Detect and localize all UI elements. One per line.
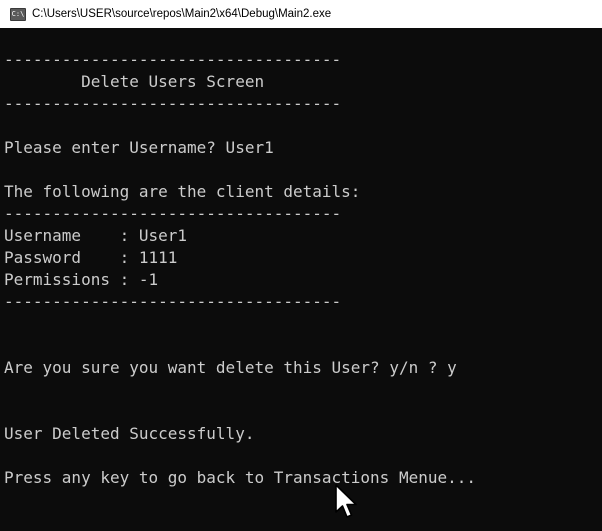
delete-success-message: User Deleted Successfully. <box>4 424 255 443</box>
press-any-key-message: Press any key to go back to Transactions… <box>4 468 477 487</box>
console-output[interactable]: ----------------------------------- Dele… <box>4 29 600 529</box>
username-detail: Username : User1 <box>4 226 188 245</box>
window-title: C:\Users\USER\source\repos\Main2\x64\Deb… <box>32 8 332 20</box>
separator-line: ----------------------------------- <box>4 50 342 69</box>
separator-line: ----------------------------------- <box>4 292 342 311</box>
separator-line: ----------------------------------- <box>4 94 342 113</box>
console-app-icon[interactable]: C:\ <box>10 7 26 21</box>
separator-line: ----------------------------------- <box>4 204 342 223</box>
console-window: C:\ C:\Users\USER\source\repos\Main2\x64… <box>0 0 602 531</box>
mouse-pointer-icon <box>335 484 357 518</box>
details-heading: The following are the client details: <box>4 182 361 201</box>
password-detail: Password : 1111 <box>4 248 178 267</box>
delete-confirm-prompt: Are you sure you want delete this User? … <box>4 358 457 377</box>
title-bar[interactable]: C:\ C:\Users\USER\source\repos\Main2\x64… <box>0 0 602 28</box>
username-prompt: Please enter Username? User1 <box>4 138 274 157</box>
permissions-detail: Permissions : -1 <box>4 270 159 289</box>
screen-heading: Delete Users Screen <box>4 72 265 91</box>
